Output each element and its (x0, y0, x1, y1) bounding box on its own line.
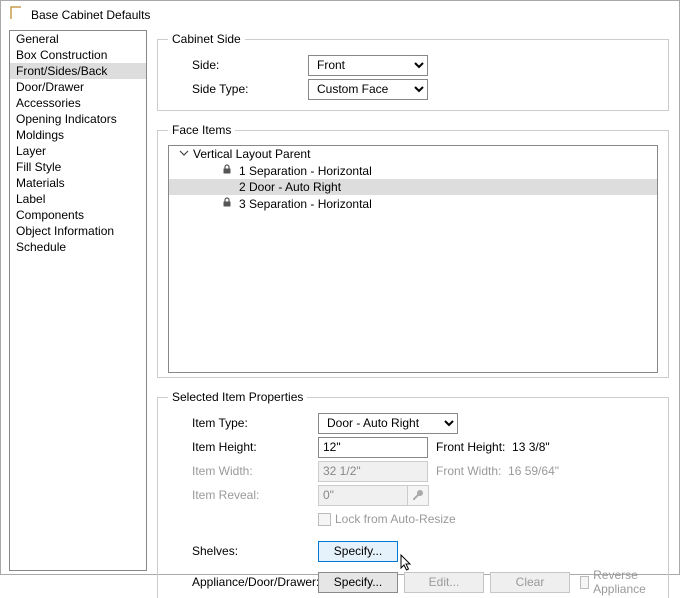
face-items-tree[interactable]: Vertical Layout Parent 1 Separation - Ho… (168, 145, 658, 373)
sidebar-item[interactable]: Schedule (10, 239, 146, 255)
item-reveal-input (318, 485, 408, 506)
tree-item-label: 3 Separation - Horizontal (239, 197, 372, 211)
tree-item-label: 2 Door - Auto Right (239, 180, 341, 194)
tree-item[interactable]: 3 Separation - Horizontal (169, 195, 657, 212)
item-height-input[interactable] (318, 437, 428, 458)
side-select[interactable]: Front (308, 55, 428, 76)
sidebar-item[interactable]: Front/Sides/Back (10, 63, 146, 79)
face-items-legend: Face Items (168, 123, 235, 137)
selected-item-properties-group: Selected Item Properties Item Type: Door… (157, 390, 669, 598)
titlebar: Base Cabinet Defaults (1, 1, 679, 26)
item-width-label: Item Width: (168, 464, 318, 478)
lock-icon (221, 163, 233, 178)
sidebar-item[interactable]: Label (10, 191, 146, 207)
item-width-input (318, 461, 428, 482)
front-width-label: Front Width: 16 59/64" (436, 464, 559, 478)
front-height-label: Front Height: 13 3/8" (436, 440, 550, 454)
tree-root[interactable]: Vertical Layout Parent (169, 146, 657, 162)
reverse-appliance-checkbox: Reverse Appliance (580, 568, 658, 596)
item-type-label: Item Type: (168, 416, 318, 430)
face-items-group: Face Items Vertical Layout Parent 1 Sepa… (157, 123, 669, 378)
appliance-label: Appliance/Door/Drawer: (168, 575, 318, 589)
side-type-label: Side Type: (168, 82, 308, 96)
item-reveal-label: Item Reveal: (168, 488, 318, 502)
app-icon (9, 5, 25, 24)
lock-icon (221, 196, 233, 211)
tree-expand-icon[interactable] (179, 147, 189, 161)
tree-item[interactable]: 1 Separation - Horizontal (169, 162, 657, 179)
props-legend: Selected Item Properties (168, 390, 307, 404)
side-type-select[interactable]: Custom Face (308, 79, 428, 100)
sidebar-item[interactable]: Materials (10, 175, 146, 191)
lock-auto-resize-checkbox: Lock from Auto-Resize (318, 512, 456, 526)
item-height-label: Item Height: (168, 440, 318, 454)
sidebar-item[interactable]: General (10, 31, 146, 47)
sidebar-item[interactable]: Moldings (10, 127, 146, 143)
tree-item-label: 1 Separation - Horizontal (239, 164, 372, 178)
wrench-icon (407, 485, 429, 506)
sidebar-item[interactable]: Accessories (10, 95, 146, 111)
cabinet-side-legend: Cabinet Side (168, 32, 245, 46)
sidebar-item[interactable]: Object Information (10, 223, 146, 239)
sidebar-item[interactable]: Components (10, 207, 146, 223)
tree-item[interactable]: 2 Door - Auto Right (169, 179, 657, 195)
item-type-select[interactable]: Door - Auto Right (318, 413, 458, 434)
sidebar-item[interactable]: Opening Indicators (10, 111, 146, 127)
sidebar-item[interactable]: Layer (10, 143, 146, 159)
shelves-label: Shelves: (168, 544, 318, 558)
tree-root-label: Vertical Layout Parent (193, 147, 310, 161)
category-list[interactable]: GeneralBox ConstructionFront/Sides/BackD… (9, 30, 147, 571)
window-title: Base Cabinet Defaults (31, 8, 150, 22)
cabinet-side-group: Cabinet Side Side: Front Side Type: Cust… (157, 32, 669, 111)
shelves-specify-button[interactable]: Specify... (318, 541, 398, 562)
sidebar-item[interactable]: Door/Drawer (10, 79, 146, 95)
sidebar-item[interactable]: Box Construction (10, 47, 146, 63)
sidebar-item[interactable]: Fill Style (10, 159, 146, 175)
side-label: Side: (168, 58, 308, 72)
